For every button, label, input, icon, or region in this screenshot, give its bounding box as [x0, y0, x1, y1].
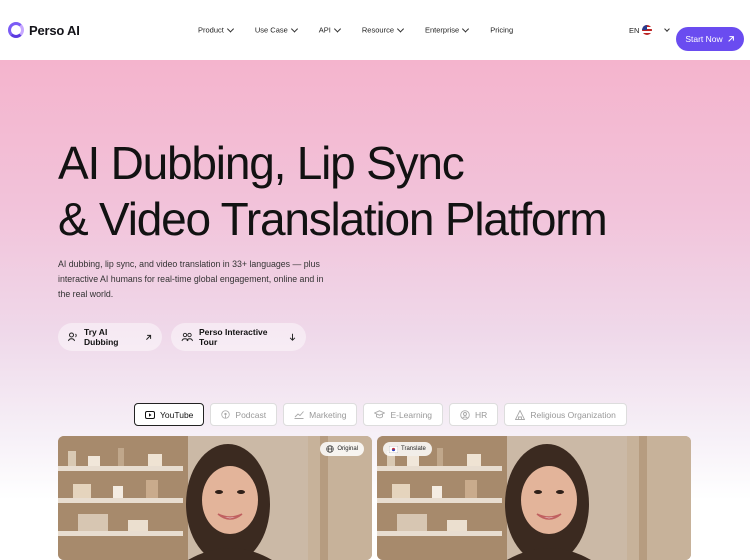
menu-item-label: API	[318, 25, 331, 35]
chevron-down-icon	[462, 24, 470, 33]
original-video-player[interactable]: Original	[58, 436, 372, 560]
menu-item-product[interactable]: Product	[198, 24, 234, 35]
try-ai-dubbing-label: Try AI Dubbing	[84, 327, 119, 347]
tab-marketing[interactable]: Marketing	[283, 403, 358, 426]
chevron-down-icon	[396, 24, 405, 33]
menu-item-label: Product	[198, 25, 224, 35]
tab-podcast[interactable]: Podcast	[210, 403, 278, 426]
hero-title-line-1: AI Dubbing, Lip Sync	[58, 137, 465, 189]
start-now-button[interactable]: Start Now	[676, 27, 744, 51]
tab-label: Marketing	[309, 409, 347, 420]
chevron-down-icon	[290, 24, 298, 33]
tab-label: Religious Organization	[530, 409, 616, 420]
dubbing-icon	[68, 332, 77, 342]
language-selector[interactable]: EN	[629, 25, 671, 35]
tab-hr[interactable]: HR	[449, 403, 499, 426]
menu-item-enterprise[interactable]: Enterprise	[425, 24, 470, 35]
tab-label: HR	[475, 409, 488, 420]
tab-e-learning[interactable]: E-Learning	[363, 403, 444, 426]
menu-item-pricing[interactable]: Pricing	[490, 26, 513, 35]
chevron-down-icon	[664, 26, 671, 32]
language-label: EN	[629, 25, 640, 35]
translated-video-player[interactable]: Translate	[377, 436, 691, 560]
brand-name: Perso AI	[29, 22, 80, 38]
hero-section: AI Dubbing, Lip Sync & Video Translation…	[0, 60, 750, 560]
graduation-icon	[374, 410, 386, 419]
people-icon	[181, 332, 193, 342]
hr-icon	[460, 409, 470, 420]
menu-item-label: Pricing	[490, 25, 514, 35]
logo-icon	[8, 22, 24, 38]
arrow-down-icon	[289, 333, 296, 341]
top-navigation: Perso AI Product Use Case API Resource E…	[0, 0, 750, 60]
original-badge: Original	[320, 442, 364, 456]
menu-item-label: Enterprise	[425, 25, 460, 35]
youtube-icon	[145, 410, 155, 419]
hero-title: AI Dubbing, Lip Sync & Video Translation…	[58, 135, 608, 247]
menu-item-resource[interactable]: Resource	[361, 24, 405, 35]
perso-interactive-tour-button[interactable]: Perso Interactive Tour	[171, 323, 306, 351]
original-label: Original	[337, 446, 358, 452]
tab-youtube[interactable]: YouTube	[134, 403, 205, 426]
chevron-down-icon	[226, 24, 234, 33]
tab-label: YouTube	[160, 409, 194, 420]
flag-icon	[389, 445, 398, 453]
arrow-up-right-icon	[146, 334, 152, 340]
main-menu: Product Use Case API Resource Enterprise…	[198, 24, 535, 35]
menu-item-api[interactable]: API	[318, 24, 341, 35]
menu-item-use-case[interactable]: Use Case	[254, 24, 298, 35]
translate-badge: Translate	[383, 442, 432, 456]
try-ai-dubbing-button[interactable]: Try AI Dubbing	[58, 323, 162, 351]
start-now-label: Start Now	[685, 34, 723, 44]
hero-title-line-2: & Video Translation Platform	[58, 193, 608, 245]
translate-label: Translate	[401, 446, 426, 452]
podcast-icon	[221, 410, 231, 419]
church-icon	[515, 409, 526, 420]
arrow-up-right-icon	[727, 36, 734, 42]
chevron-down-icon	[333, 24, 341, 33]
brand-logo[interactable]: Perso AI	[8, 22, 80, 38]
tab-religious-organization[interactable]: Religious Organization	[504, 403, 627, 426]
use-case-tabs: YouTube Podcast Marketing E-Learning HR …	[134, 403, 627, 426]
chart-icon	[294, 411, 304, 419]
menu-item-label: Use Case	[254, 25, 288, 35]
menu-item-label: Resource	[361, 25, 394, 35]
globe-icon	[326, 445, 334, 453]
us-flag-icon	[642, 25, 653, 35]
tab-label: E-Learning	[390, 409, 433, 420]
hero-subtitle: AI dubbing, lip sync, and video translat…	[58, 259, 324, 299]
perso-interactive-tour-label: Perso Interactive Tour	[199, 327, 268, 347]
tab-label: Podcast	[235, 409, 267, 420]
